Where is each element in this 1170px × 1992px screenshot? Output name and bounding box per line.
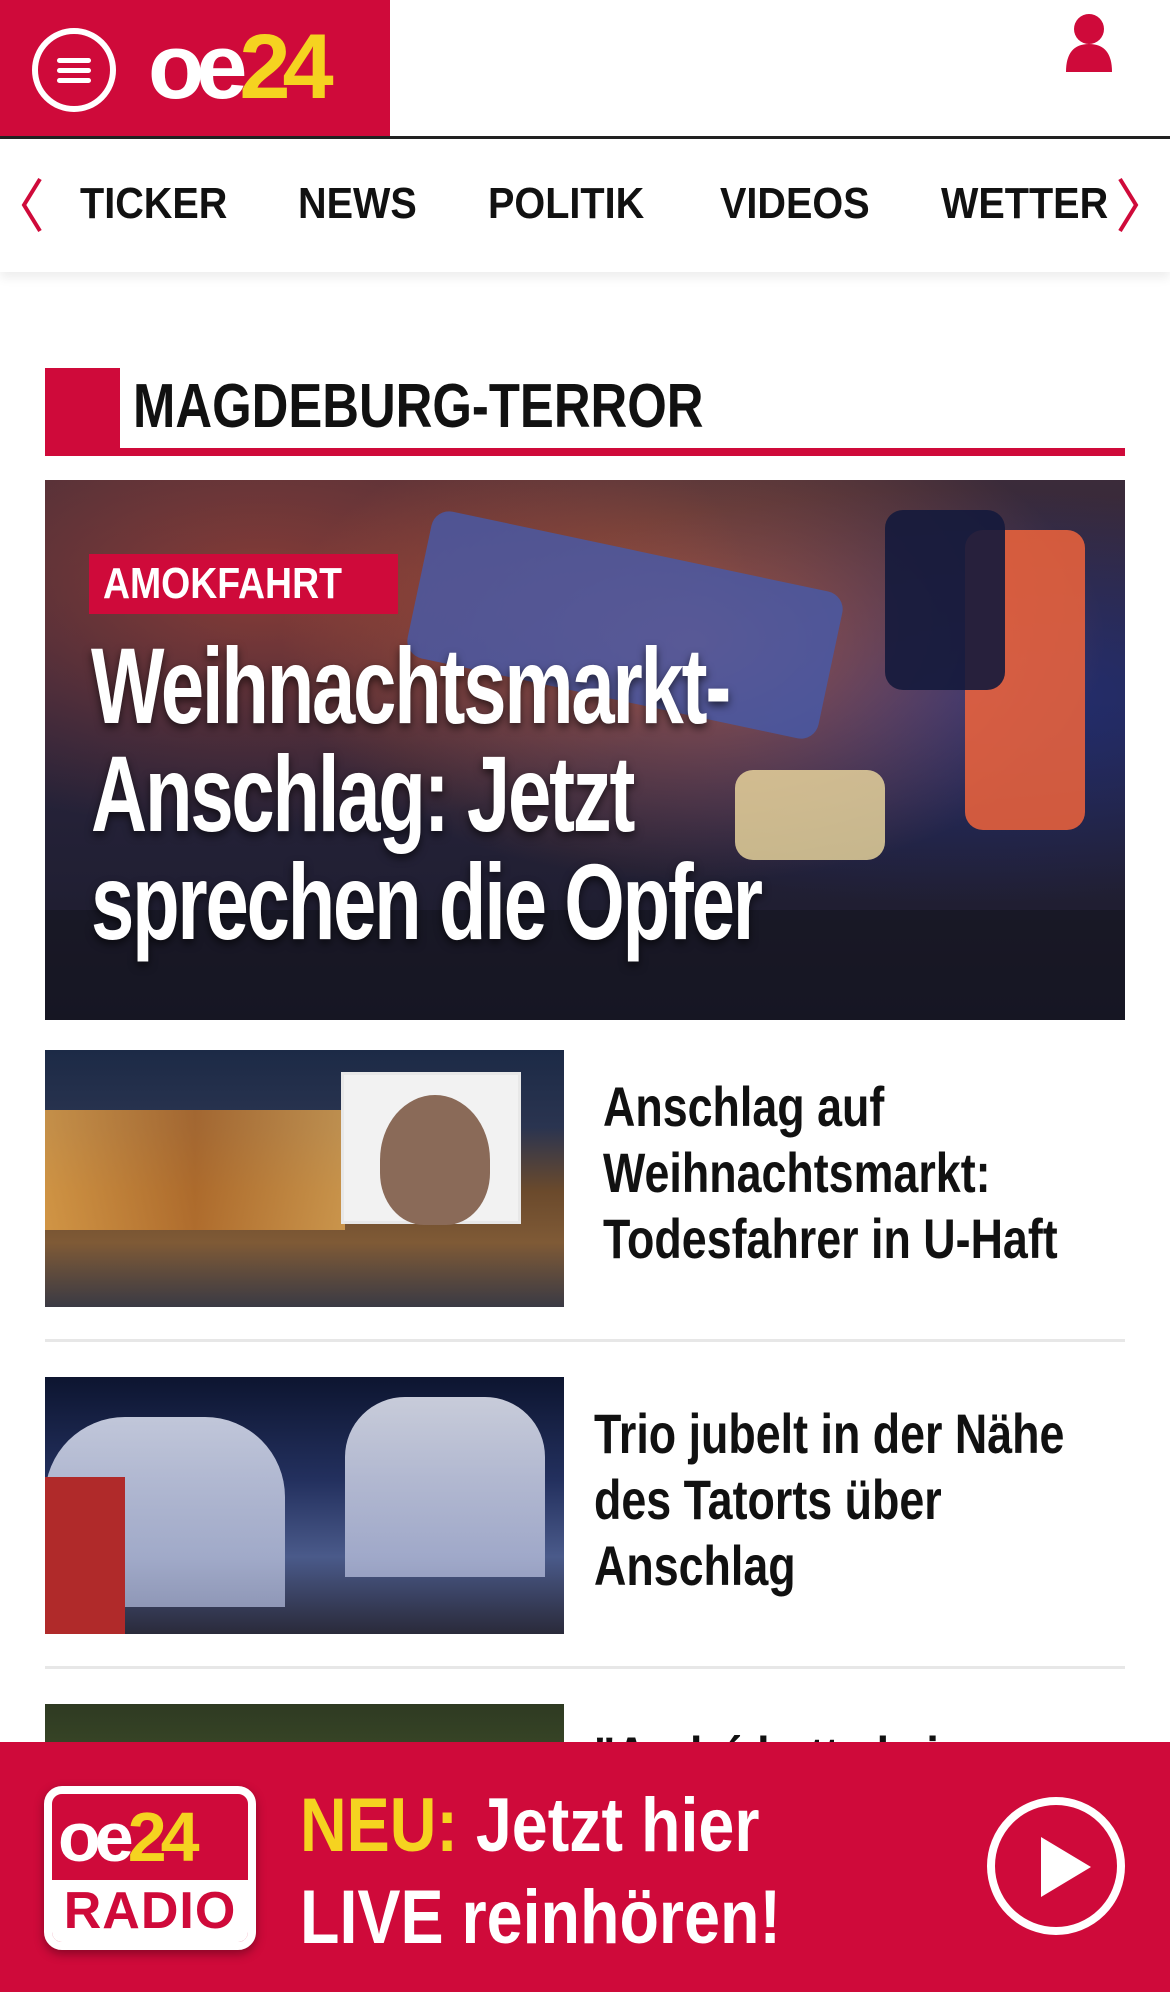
hero-kicker-badge: AMOKFAHRT — [89, 554, 399, 614]
radio-logo-24: 24 — [127, 1798, 200, 1876]
chevron-right-icon[interactable] — [1114, 173, 1144, 237]
radio-logo-oe: oe — [58, 1798, 134, 1876]
logo-oe: oe — [148, 16, 247, 118]
article-title-line: Anschlag auf — [603, 1075, 885, 1138]
hero-headline[interactable]: Weihnachtsmarkt- Anschlag: Jetzt spreche… — [91, 632, 1027, 956]
radio-line2: LIVE reinhören! — [300, 1875, 781, 1960]
nav-item-videos[interactable]: VIDEOS — [720, 179, 870, 229]
play-icon[interactable] — [987, 1797, 1125, 1935]
market-stalls — [45, 1110, 345, 1230]
nav-item-ticker[interactable]: TICKER — [80, 179, 227, 229]
radio-line1: Jetzt hier — [457, 1783, 760, 1868]
nav-item-news[interactable]: NEWS — [298, 179, 417, 229]
radio-cta-text[interactable]: NEU: Jetzt hier LIVE reinhören! — [300, 1780, 781, 1964]
article-item[interactable]: Trio jubelt in der Nähe des Tatorts über… — [45, 1377, 1125, 1634]
user-icon[interactable] — [1060, 12, 1118, 72]
article-title-line: Trio jubelt in der Nähe — [594, 1402, 1065, 1465]
nav-item-wetter[interactable]: WETTER — [941, 179, 1108, 229]
hero-headline-line: Anschlag: Jetzt — [91, 733, 635, 854]
radio-banner[interactable]: oe24 RADIO NEU: Jetzt hier LIVE reinhöre… — [0, 1742, 1170, 1992]
article-item[interactable]: Anschlag auf Weihnachtsmarkt: Todesfahre… — [45, 1050, 1125, 1307]
article-title[interactable]: Anschlag auf Weihnachtsmarkt: Todesfahre… — [603, 1074, 1163, 1272]
hero-headline-line: sprechen die Opfer — [91, 841, 763, 962]
chevron-left-icon[interactable] — [16, 173, 46, 237]
section-title[interactable]: MAGDEBURG-TERROR — [133, 370, 704, 444]
article-title-line: Anschlag — [594, 1534, 796, 1597]
radio-logo-label: RADIO — [52, 1880, 248, 1942]
logo-24: 24 — [239, 16, 333, 118]
rescue-tent — [345, 1397, 545, 1577]
section-header: MAGDEBURG-TERROR — [45, 368, 1125, 456]
hamburger-menu-icon[interactable] — [32, 28, 116, 112]
article-thumbnail[interactable] — [45, 1050, 564, 1307]
site-logo[interactable]: oe24 — [148, 21, 334, 113]
section-marker — [45, 368, 120, 456]
article-divider — [45, 1339, 1125, 1342]
hero-article[interactable]: AMOKFAHRT Weihnachtsmarkt- Anschlag: Jet… — [45, 480, 1125, 1020]
article-title-line: des Tatorts über — [594, 1468, 942, 1531]
section-underline — [45, 448, 1125, 456]
article-divider — [45, 1666, 1125, 1669]
radio-logo-wordmark: oe24 — [58, 1798, 200, 1876]
hero-headline-line: Weihnachtsmarkt- — [91, 625, 731, 746]
nav-item-politik[interactable]: POLITIK — [488, 179, 644, 229]
site-header: oe24 — [0, 0, 1170, 139]
responder-figure — [45, 1477, 125, 1634]
brand-block: oe24 — [0, 0, 390, 138]
article-title[interactable]: Trio jubelt in der Nähe des Tatorts über… — [594, 1401, 1154, 1599]
category-nav: TICKER NEWS POLITIK VIDEOS WETTER — [0, 139, 1170, 272]
inset-portrait — [341, 1072, 521, 1225]
radio-logo[interactable]: oe24 RADIO — [44, 1786, 256, 1950]
article-title-line: Weihnachtsmarkt: — [603, 1141, 991, 1204]
radio-neu-label: NEU: — [300, 1783, 458, 1868]
article-thumbnail[interactable] — [45, 1377, 564, 1634]
article-title-line: Todesfahrer in U-Haft — [603, 1207, 1058, 1270]
